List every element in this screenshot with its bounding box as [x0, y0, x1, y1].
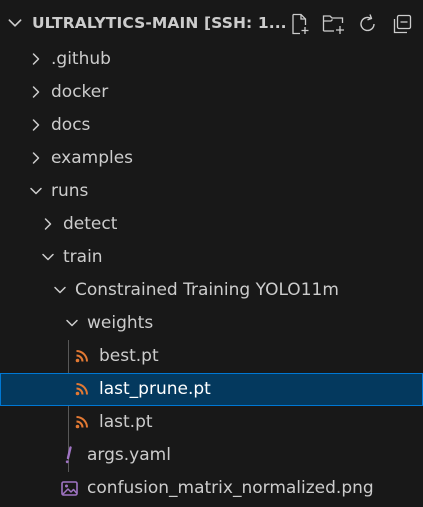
tree-item-label: best.pt: [99, 346, 159, 366]
tree-item-constrained-training[interactable]: Constrained Training YOLO11m: [0, 274, 423, 307]
tree-item-label: train: [63, 247, 103, 267]
explorer-header[interactable]: ULTRALYTICS-MAIN [SSH: 1...: [0, 0, 423, 46]
collapse-all-button[interactable]: [389, 10, 415, 38]
tree-item-label: confusion_matrix_normalized.png: [87, 478, 374, 498]
tree-item-label: docs: [51, 115, 91, 135]
chevron-down-icon: [42, 253, 54, 261]
chevron-down-icon[interactable]: [6, 14, 24, 32]
tree-item-label: detect: [63, 214, 118, 234]
tree-item-best-pt[interactable]: best.pt: [0, 340, 423, 373]
chevron-right-icon: [32, 53, 40, 65]
refresh-button[interactable]: [355, 10, 381, 38]
tree-item-label: examples: [51, 148, 134, 168]
tree-item-label: runs: [51, 181, 89, 201]
tree-item-examples[interactable]: examples: [0, 142, 423, 175]
file-tree: .github docker docs examples runs detect…: [0, 43, 423, 505]
tree-item-label: last_prune.pt: [99, 379, 211, 399]
tree-item-label: Constrained Training YOLO11m: [75, 280, 339, 300]
chevron-down-icon: [30, 187, 42, 195]
tree-item-docker[interactable]: docker: [0, 76, 423, 109]
tree-item-docs[interactable]: docs: [0, 109, 423, 142]
tree-item-label: last.pt: [99, 412, 153, 432]
tree-item-last-prune-pt[interactable]: last_prune.pt: [0, 373, 423, 406]
tree-item-detect[interactable]: detect: [0, 208, 423, 241]
rss-icon: [73, 380, 91, 398]
new-folder-icon: [322, 15, 344, 34]
tree-item-github[interactable]: .github: [0, 43, 423, 76]
refresh-icon: [360, 14, 375, 32]
chevron-right-icon: [32, 119, 40, 131]
workspace-title[interactable]: ULTRALYTICS-MAIN [SSH: 1...: [32, 0, 287, 46]
collapse-all-icon: [393, 14, 412, 34]
tree-item-label: docker: [51, 82, 109, 102]
tree-item-confusion-matrix-png[interactable]: confusion_matrix_normalized.png: [0, 472, 423, 505]
tree-item-label: .github: [51, 49, 111, 69]
rss-icon: [73, 413, 91, 431]
new-file-button[interactable]: [287, 10, 313, 38]
tree-item-last-pt[interactable]: last.pt: [0, 406, 423, 439]
tree-item-label: args.yaml: [87, 445, 171, 465]
new-file-icon: [292, 13, 309, 35]
image-icon: [60, 479, 78, 497]
exclamation-icon: [60, 446, 78, 464]
new-folder-button[interactable]: [321, 10, 347, 38]
tree-item-label: weights: [87, 313, 154, 333]
chevron-down-icon: [54, 286, 66, 294]
explorer-panel: ULTRALYTICS-MAIN [SSH: 1... .github dock…: [0, 0, 423, 507]
chevron-right-icon: [32, 86, 40, 98]
chevron-right-icon: [44, 218, 52, 230]
tree-item-train[interactable]: train: [0, 241, 423, 274]
tree-item-args-yaml[interactable]: args.yaml: [0, 439, 423, 472]
chevron-right-icon: [32, 152, 40, 164]
tree-item-runs[interactable]: runs: [0, 175, 423, 208]
explorer-actions: [287, 10, 415, 38]
chevron-down-icon: [66, 319, 78, 327]
rss-icon: [73, 347, 91, 365]
tree-item-weights[interactable]: weights: [0, 307, 423, 340]
